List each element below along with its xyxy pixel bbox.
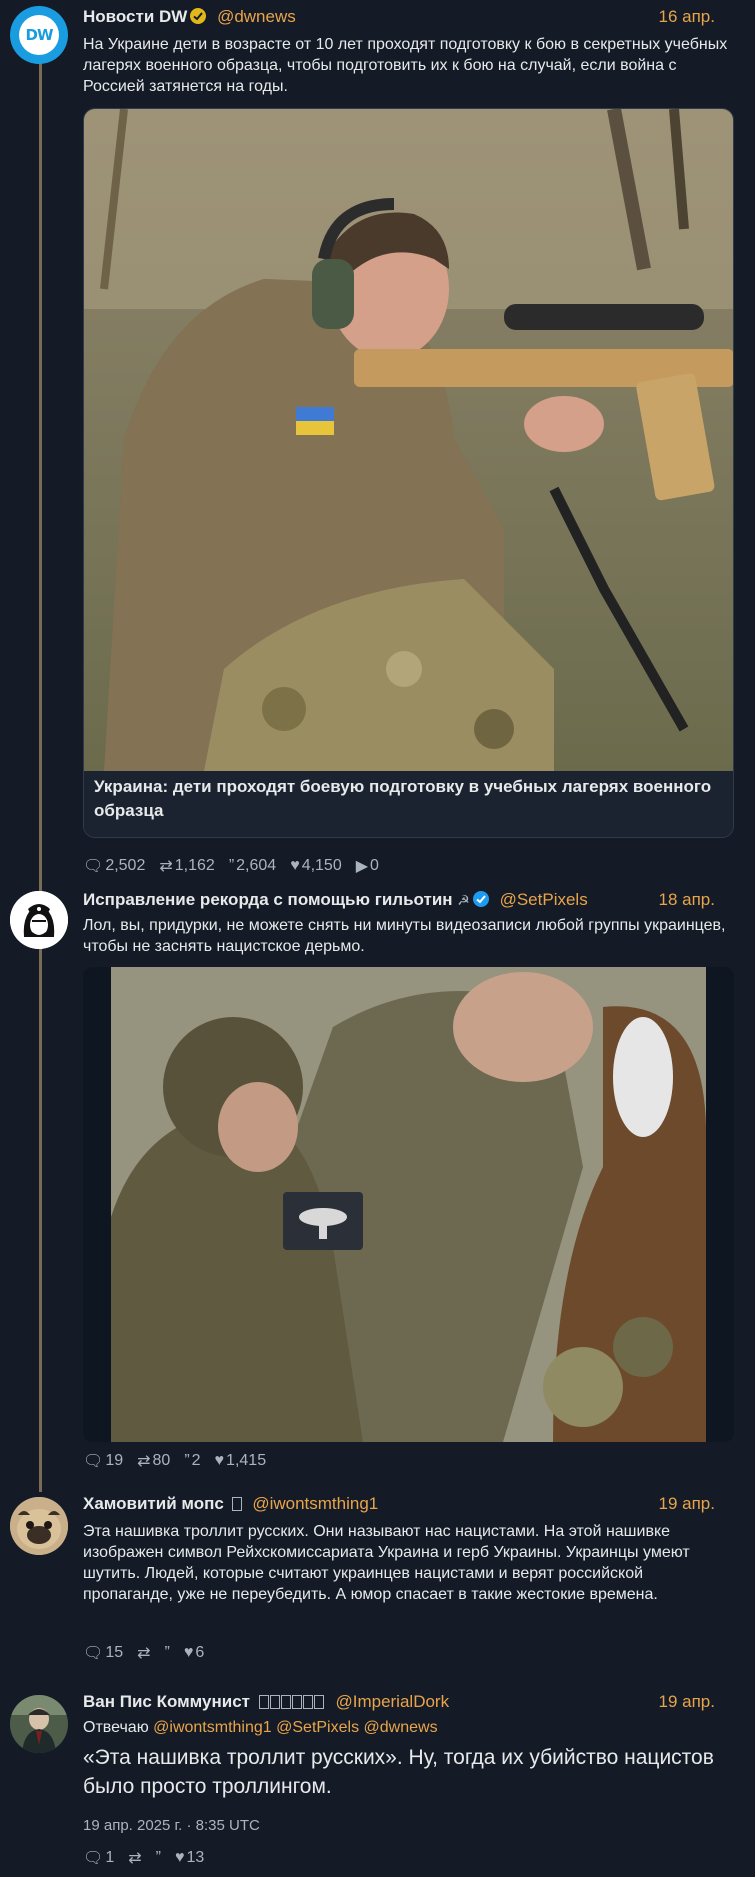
play-icon: ▶ <box>355 858 369 875</box>
reply-count[interactable]: 🗨︎ 2,502 <box>83 856 145 876</box>
retweet-icon: ⇄ <box>128 1850 142 1867</box>
reply-icon: 🗨︎ <box>83 1645 104 1662</box>
tweet-date[interactable]: 16 апр. <box>659 6 715 28</box>
hammer-sickle-icon: ☭ <box>457 892 470 908</box>
retweet-count[interactable]: ⇄ <box>137 1643 150 1663</box>
user-handle[interactable]: @SetPixels <box>500 890 588 909</box>
tweet-metrics: 🗨︎ 19 ⇄ 80 ” 2 ♥ 1,415 <box>83 1450 266 1472</box>
reply-prefix: Отвечаю <box>83 1719 149 1736</box>
quote-icon: ” <box>155 1849 161 1866</box>
user-handle[interactable]: @ImperialDork <box>335 1692 449 1711</box>
tweet-text: На Украине дети в возрасте от 10 лет про… <box>83 36 728 95</box>
quote-icon: ” <box>184 1452 190 1469</box>
tweet-text: «Эта нашивка троллит русских». Ну, тогда… <box>83 1746 714 1798</box>
like-count[interactable]: ♥ 6 <box>184 1644 204 1662</box>
retweet-count[interactable]: ⇄ 80 <box>137 1451 170 1471</box>
tweet-metrics: 🗨︎ 15 ⇄ ” ♥ 6 <box>83 1642 204 1664</box>
card-image <box>84 109 733 771</box>
reply-count[interactable]: 🗨︎ 19 <box>83 1451 123 1471</box>
like-count[interactable]: ♥ 13 <box>175 1849 204 1867</box>
dw-logo-text: DW <box>25 26 54 44</box>
tweet-setpixels[interactable]: Исправление рекорда с помощью гильотин ☭… <box>0 885 755 1477</box>
tweet-header: Хамовитий мопс @iwontsmthing1 19 апр. <box>83 1493 735 1515</box>
avatar[interactable] <box>10 891 68 949</box>
avatar[interactable] <box>10 1497 68 1555</box>
reply-context: Отвечаю @iwontsmthing1 @SetPixels @dwnew… <box>83 1717 735 1738</box>
tweet-metrics: 🗨︎ 1 ⇄ ” ♥ 13 <box>83 1847 204 1869</box>
tweet-text: Эта нашивка троллит русских. Они называю… <box>83 1523 690 1603</box>
avatar[interactable] <box>10 1695 68 1753</box>
portrait-avatar-illustration <box>10 891 68 949</box>
like-count[interactable]: ♥ 1,415 <box>215 1452 267 1470</box>
tweet-date[interactable]: 19 апр. <box>659 1493 715 1515</box>
like-count[interactable]: ♥ 4,150 <box>290 857 342 875</box>
link-card[interactable]: Украина: дети проходят боевую подготовку… <box>83 108 734 838</box>
reply-icon: 🗨︎ <box>83 1453 104 1470</box>
user-handle[interactable]: @iwontsmthing1 <box>252 1494 378 1513</box>
heart-icon: ♥ <box>290 857 300 874</box>
quote-icon: ” <box>228 857 235 874</box>
display-name[interactable]: Исправление рекорда с помощью гильотин <box>83 890 453 909</box>
reply-mention[interactable]: @dwnews <box>364 1719 438 1736</box>
dw-logo: DW <box>19 15 59 55</box>
thread: DW Новости DW @dwnews 16 апр. На Украине… <box>0 0 755 1877</box>
tweet-dwnews[interactable]: DW Новости DW @dwnews 16 апр. На Украине… <box>0 0 755 885</box>
pug-avatar-illustration <box>10 1497 68 1555</box>
quote-count[interactable]: ” <box>156 1849 161 1867</box>
reply-icon: 🗨︎ <box>83 858 104 875</box>
quote-count[interactable]: ” <box>165 1644 170 1662</box>
quote-count[interactable]: ” 2 <box>184 1452 200 1470</box>
heart-icon: ♥ <box>174 1849 185 1866</box>
flag-emoji-icon <box>231 1497 242 1511</box>
verified-icon <box>472 891 489 907</box>
display-name[interactable]: Хамовитий мопс <box>83 1494 224 1513</box>
tweet-header: Новости DW @dwnews 16 апр. <box>83 6 735 28</box>
character-avatar-illustration <box>10 1695 68 1753</box>
retweet-icon: ⇄ <box>137 1645 151 1662</box>
video-frame-illustration <box>83 967 734 1442</box>
reply-count[interactable]: 🗨︎ 15 <box>83 1643 123 1663</box>
retweet-icon: ⇄ <box>137 1453 151 1470</box>
heart-icon: ♥ <box>214 1452 225 1469</box>
view-count[interactable]: ▶ 0 <box>356 856 379 876</box>
avatar[interactable]: DW <box>10 6 68 64</box>
video-media[interactable] <box>83 967 734 1442</box>
card-photo-illustration <box>84 109 733 771</box>
reply-mention[interactable]: @SetPixels <box>276 1719 359 1736</box>
tweet-imperialdork[interactable]: Ван Пис Коммунист @ImperialDork 19 апр. … <box>0 1677 755 1877</box>
reply-mention[interactable]: @iwontsmthing1 <box>153 1719 272 1736</box>
tweet-date[interactable]: 18 апр. <box>659 889 715 911</box>
display-name[interactable]: Ван Пис Коммунист <box>83 1692 250 1711</box>
heart-icon: ♥ <box>183 1644 194 1661</box>
tweet-date[interactable]: 19 апр. <box>659 1691 715 1713</box>
quote-count[interactable]: ” 2,604 <box>229 857 276 875</box>
tweet-header: Исправление рекорда с помощью гильотин ☭… <box>83 889 735 911</box>
retweet-icon: ⇄ <box>159 858 173 875</box>
card-title[interactable]: Украина: дети проходят боевую подготовку… <box>84 771 733 837</box>
flag-emoji-icons <box>258 1692 330 1711</box>
tweet-metrics: 🗨︎ 2,502 ⇄ 1,162 ” 2,604 ♥ 4,150 ▶ 0 <box>83 855 379 877</box>
reply-count[interactable]: 🗨︎ 1 <box>83 1848 114 1868</box>
tweet-header: Ван Пис Коммунист @ImperialDork 19 апр. <box>83 1691 735 1713</box>
retweet-count[interactable]: ⇄ <box>128 1848 141 1868</box>
gold-verified-icon <box>190 8 207 24</box>
tweet-text: Лол, вы, придурки, не можете снять ни ми… <box>83 917 726 955</box>
retweet-count[interactable]: ⇄ 1,162 <box>159 856 214 876</box>
quote-icon: ” <box>164 1644 170 1661</box>
reply-icon: 🗨︎ <box>83 1850 104 1867</box>
user-handle[interactable]: @dwnews <box>217 7 296 26</box>
tweet-iwontsmthing1[interactable]: Хамовитий мопс @iwontsmthing1 19 апр. Эт… <box>0 1477 755 1677</box>
display-name[interactable]: Новости DW <box>83 7 187 26</box>
tweet-timestamp[interactable]: 19 апр. 2025 г. · 8:35 UTC <box>83 1815 735 1836</box>
